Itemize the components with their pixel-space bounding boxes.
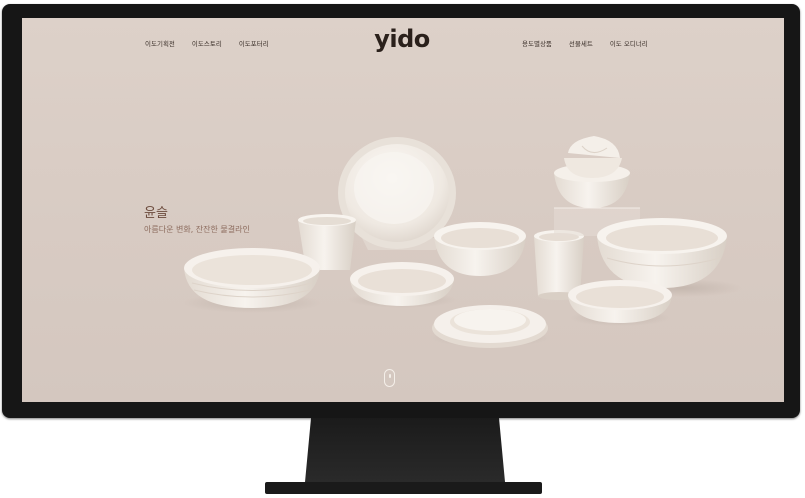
monitor-stand-neck — [305, 418, 505, 482]
bowl-center-back — [434, 222, 526, 276]
monitor-stand-base — [265, 482, 542, 494]
bowl-middle — [350, 262, 454, 306]
website-screen: 이도기획전 이도스토리 이도포터리 yido 용도별상품 선물세트 이도 오디너… — [22, 18, 784, 402]
nav-link-products-by-use[interactable]: 용도별상품 — [522, 38, 552, 48]
hero-subtitle: 아름다운 변화, 잔잔한 물결라인 — [144, 225, 250, 234]
nav-link-yido-pottery[interactable]: 이도포터리 — [239, 38, 269, 48]
nav-link-yido-ordinary[interactable]: 이도 오디너리 — [610, 38, 648, 48]
bowl-right-front — [568, 280, 672, 323]
stacked-bowls — [554, 136, 630, 208]
nav-link-yido-story[interactable]: 이도스토리 — [192, 38, 222, 48]
yido-logo[interactable]: yido — [367, 24, 437, 54]
nav-link-yido-exhibition[interactable]: 이도기획전 — [145, 38, 175, 48]
plate-stack — [432, 305, 548, 348]
bowl-left — [184, 248, 320, 308]
bowl-right — [597, 218, 727, 288]
hero-title: 윤슬 — [144, 206, 168, 221]
nav-link-gift-sets[interactable]: 선물세트 — [569, 38, 593, 48]
main-nav-right: 용도별상품 선물세트 이도 오디너리 — [522, 38, 648, 48]
product-photo — [182, 136, 742, 348]
monitor: 이도기획전 이도스토리 이도포터리 yido 용도별상품 선물세트 이도 오디너… — [2, 4, 800, 418]
scroll-mouse-icon[interactable] — [384, 369, 395, 387]
main-nav-left: 이도기획전 이도스토리 이도포터리 — [145, 38, 269, 48]
